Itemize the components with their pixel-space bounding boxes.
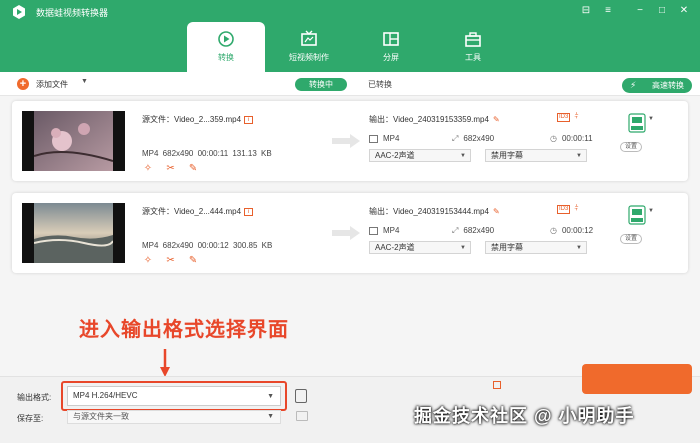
file-icon[interactable]: [295, 389, 307, 403]
film-icon: [369, 134, 378, 143]
fast-convert-label: 高速转换: [652, 81, 684, 90]
file-card: 源文件：Video_2...359.mp4 i MP4 682x490 00:00…: [12, 101, 688, 181]
app-logo-icon: [13, 5, 25, 19]
source-file-label: 源文件：Video_2...444.mp4 i: [142, 206, 254, 217]
output-resolution: ⤢ 682x490: [452, 134, 495, 143]
clock-icon: ◷: [550, 134, 557, 143]
app-title: 数据蛙视频转换器: [36, 8, 109, 18]
chevron-down-icon[interactable]: ▼: [648, 116, 654, 122]
scissors-icon[interactable]: ✂: [165, 163, 177, 175]
annotation-text: 进入输出格式选择界面: [79, 319, 289, 341]
tab-tools-label: 工具: [465, 53, 481, 62]
folder-icon[interactable]: [296, 411, 308, 421]
thumbnail-image: [34, 203, 113, 263]
pencil-icon[interactable]: ✎: [493, 115, 500, 124]
annotation-arrow-icon: [160, 349, 170, 377]
scissors-icon[interactable]: ✂: [165, 255, 177, 267]
fast-convert-button[interactable]: ⚡ 高速转换: [622, 78, 692, 93]
split-screen-icon: [383, 32, 399, 46]
arrow-right-icon: [332, 134, 360, 148]
settings-button[interactable]: 设置: [620, 234, 642, 244]
clock-icon: ◷: [550, 226, 557, 235]
chevron-down-icon: ▼: [460, 245, 466, 251]
file-card: 源文件：Video_2...444.mp4 i MP4 682x490 00:00…: [12, 193, 688, 273]
output-format: MP4: [369, 226, 399, 235]
pencil-icon[interactable]: ✎: [493, 207, 500, 216]
minimize-icon[interactable]: −: [632, 4, 648, 18]
arrow-right-icon: [332, 226, 360, 240]
subtitle-select[interactable]: 禁用字幕 ▼: [485, 241, 587, 254]
output-resolution: ⤢ 682x490: [452, 226, 495, 235]
tab-short-video-label: 短视频制作: [289, 53, 329, 62]
edit-icon[interactable]: ✎: [187, 255, 199, 267]
film-icon: [369, 226, 378, 235]
output-duration: ◷ 00:00:11: [550, 134, 593, 143]
chevron-down-icon: ▼: [576, 153, 582, 159]
convert-icon: [218, 31, 234, 47]
watermark: 掘金技术社区 @ 小明助手: [414, 406, 635, 426]
add-file-icon[interactable]: +: [17, 78, 29, 90]
audio-select[interactable]: AAC-2声道 ▼: [369, 241, 471, 254]
tab-split-screen-label: 分屏: [383, 53, 399, 62]
output-format: MP4: [369, 134, 399, 143]
settings-button[interactable]: 设置: [620, 142, 642, 152]
tab-short-video[interactable]: 短视频制作: [270, 22, 348, 72]
toolbar: + 添加文件 ▼ 转换中 已转换 ⚡ 高速转换: [0, 72, 700, 96]
title-bar: 数据蛙视频转换器 ⊟ ≡ − □ ✕ 转换 短视频制作 分屏 工具: [0, 0, 700, 72]
info-icon[interactable]: i: [244, 115, 254, 124]
output-format-label: 输出格式:: [17, 393, 52, 402]
highlight-box: [61, 381, 287, 411]
tab-split-screen[interactable]: 分屏: [352, 22, 430, 72]
close-icon[interactable]: ✕: [676, 4, 692, 18]
save-to-select[interactable]: 与源文件夹一致 ▼: [67, 410, 281, 424]
resize-icon: ⤢: [452, 134, 459, 143]
tv-icon: [301, 30, 317, 46]
edit-icon[interactable]: ✎: [187, 163, 199, 175]
add-file-button[interactable]: 添加文件: [36, 79, 68, 90]
id3-icon[interactable]: ID3: [557, 205, 571, 214]
magic-wand-icon[interactable]: ✧: [142, 163, 154, 175]
audio-select[interactable]: AAC-2声道 ▼: [369, 149, 471, 162]
tab-tools[interactable]: 工具: [434, 22, 512, 72]
merge-icon[interactable]: ⫩: [574, 113, 578, 120]
maximize-icon[interactable]: □: [654, 4, 670, 18]
merge-icon[interactable]: ⫩: [574, 205, 578, 212]
tab-converting[interactable]: 转换中: [295, 78, 347, 91]
source-file-label: 源文件：Video_2...359.mp4 i: [142, 114, 254, 125]
menu-icon[interactable]: ≡: [600, 4, 616, 18]
save-to-label: 保存至:: [17, 414, 44, 423]
output-file-label: 输出：Video_240319153444.mp4 ✎: [369, 207, 500, 216]
thumbnail-image: [34, 111, 113, 171]
tab-converted[interactable]: 已转换: [360, 78, 400, 91]
toolbox-icon: [465, 32, 481, 47]
tab-convert[interactable]: 转换: [187, 22, 265, 72]
id3-icon[interactable]: ID3: [557, 113, 571, 122]
resize-icon: ⤢: [452, 226, 459, 235]
video-thumbnail[interactable]: [22, 111, 125, 171]
output-duration: ◷ 00:00:12: [550, 226, 594, 235]
account-icon[interactable]: ⊟: [578, 4, 594, 18]
source-meta: MP4 682x490 00:00:11 131.13 KB: [142, 149, 272, 158]
source-meta: MP4 682x490 00:00:12 300.85 KB: [142, 241, 273, 250]
edit-actions: ✧ ✂ ✎: [142, 255, 207, 267]
merge-checkbox[interactable]: [493, 381, 501, 389]
output-format-icon[interactable]: [628, 113, 646, 133]
video-thumbnail[interactable]: [22, 203, 125, 263]
chevron-down-icon: ▼: [267, 413, 274, 420]
lightning-icon: ⚡: [630, 80, 637, 90]
chevron-down-icon[interactable]: ▼: [648, 208, 654, 214]
info-icon[interactable]: i: [244, 207, 254, 216]
convert-all-button[interactable]: [582, 364, 692, 394]
edit-actions: ✧ ✂ ✎: [142, 163, 207, 175]
output-file-label: 输出：Video_240319153359.mp4 ✎: [369, 115, 500, 124]
chevron-down-icon: ▼: [460, 153, 466, 159]
chevron-down-icon[interactable]: ▼: [81, 78, 88, 85]
tab-convert-label: 转换: [218, 53, 234, 62]
chevron-down-icon: ▼: [576, 245, 582, 251]
subtitle-select[interactable]: 禁用字幕 ▼: [485, 149, 587, 162]
magic-wand-icon[interactable]: ✧: [142, 255, 154, 267]
output-format-icon[interactable]: [628, 205, 646, 225]
